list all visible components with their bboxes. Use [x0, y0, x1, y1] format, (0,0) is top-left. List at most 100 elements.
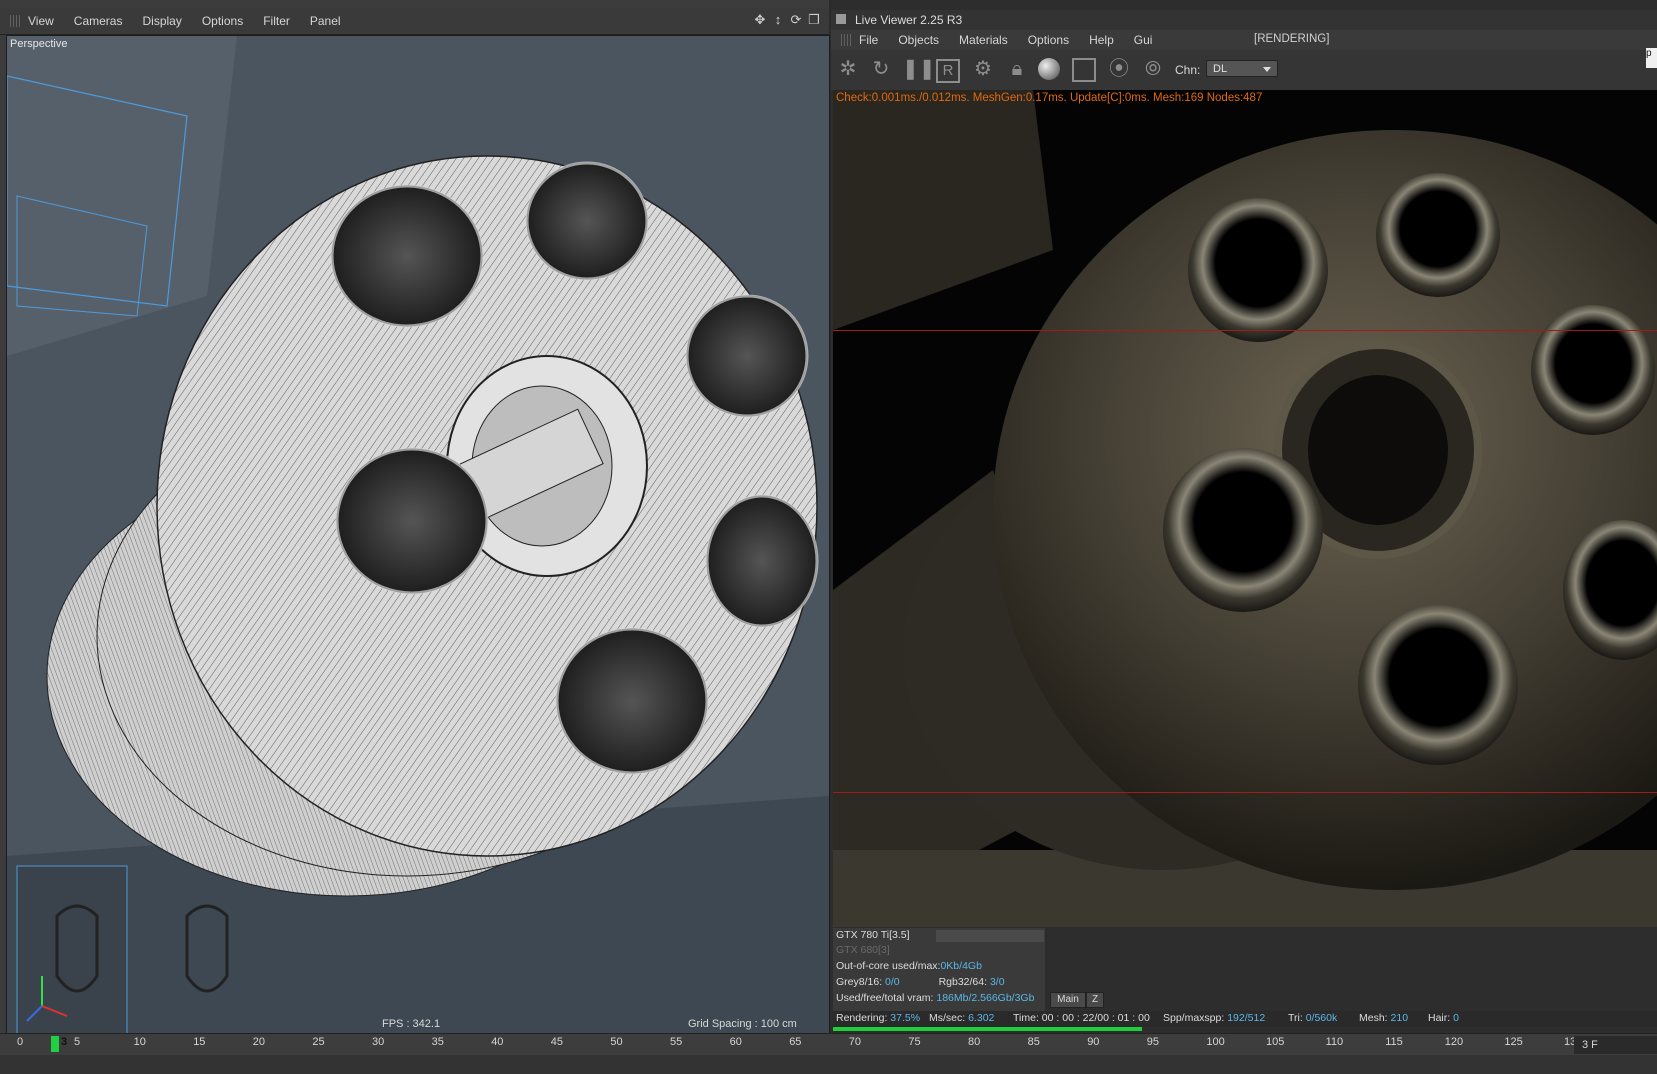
tri-value: 0/560k: [1305, 1012, 1338, 1024]
lock-icon[interactable]: 🔒︎: [1004, 56, 1030, 82]
z-button[interactable]: Z: [1086, 992, 1104, 1008]
triangles-text: Tri: 0/560k: [1288, 1012, 1337, 1024]
vram-row: Used/free/total vram: 186Mb/2.566Gb/3Gb: [836, 992, 1034, 1004]
render-output[interactable]: [833, 90, 1657, 927]
rendering-label: Rendering:: [836, 1012, 888, 1024]
timeline-tick: 65: [789, 1036, 802, 1048]
grey-label: Grey8/16:: [836, 976, 883, 988]
vram-value: 186Mb/2.566Gb/3Gb: [936, 992, 1035, 1004]
timeline-tick: 0: [17, 1036, 24, 1048]
timeline-tick: 15: [193, 1036, 206, 1048]
lv-menu-materials[interactable]: Materials: [959, 33, 1008, 47]
ms-per-sec-text: Ms/sec: 6.302: [929, 1012, 994, 1024]
menu-display[interactable]: Display: [142, 14, 181, 28]
pause-icon[interactable]: ❚❚: [902, 56, 936, 82]
viewport-menubar: View Cameras Display Options Filter Pane…: [0, 8, 829, 35]
frame-field[interactable]: 3 F: [1574, 1036, 1657, 1054]
gpu-usage-bars: [936, 930, 1044, 942]
timeline-tick: 55: [670, 1036, 683, 1048]
frame-icon[interactable]: [1072, 58, 1096, 82]
render-progress-bar: [833, 1027, 1142, 1031]
perspective-viewport[interactable]: [6, 35, 830, 1037]
timeline-tick: 75: [908, 1036, 921, 1048]
menu-panel[interactable]: Panel: [310, 14, 341, 28]
mssec-value: 6.302: [968, 1012, 995, 1024]
out-of-core-value: 0Kb/4Gb: [940, 960, 982, 972]
rgb-label: Rgb32/64:: [938, 976, 988, 988]
out-of-core-row: Out-of-core used/max:0Kb/4Gb: [836, 960, 982, 972]
menu-options[interactable]: Options: [202, 14, 243, 28]
time-value: 00 : 00 : 22/00 : 01 : 00: [1041, 1012, 1150, 1024]
send-scene-icon[interactable]: ✲: [835, 56, 861, 82]
timeline-tick: 110: [1325, 1036, 1344, 1048]
timeline-ruler[interactable]: [0, 1033, 1657, 1056]
out-of-core-label: Out-of-core used/max:: [836, 960, 941, 972]
mesh-label: Mesh:: [1359, 1012, 1388, 1024]
time-label: Time:: [1013, 1012, 1039, 1024]
focus-picker-icon[interactable]: ⦿: [1106, 56, 1132, 82]
vram-label: Used/free/total vram:: [836, 992, 934, 1004]
timeline-tick: 85: [1027, 1036, 1040, 1048]
lv-menu-help[interactable]: Help: [1089, 33, 1114, 47]
rendering-progress-text: Rendering: 37.5%: [836, 1012, 920, 1024]
lv-menu-options[interactable]: Options: [1028, 33, 1069, 47]
material-ball-icon[interactable]: [1038, 58, 1060, 80]
texture-count-row: Grey8/16: 0/0 Rgb32/64: 3/0: [836, 976, 1005, 988]
settings-icon[interactable]: ⚙: [970, 56, 996, 82]
timeline-tick: 115: [1385, 1036, 1403, 1048]
lv-menu-file[interactable]: File: [859, 33, 878, 47]
restart-icon[interactable]: ↻: [868, 56, 894, 82]
timeline-tick: 25: [312, 1036, 325, 1048]
lv-menu-gui[interactable]: Gui: [1134, 33, 1153, 47]
timeline-playhead[interactable]: [51, 1036, 59, 1052]
live-viewer-title: Live Viewer 2.25 R3: [855, 13, 963, 27]
guide-line-bottom: [833, 792, 1657, 793]
maximize-icon[interactable]: ❐: [807, 13, 821, 27]
timeline-tick: 50: [610, 1036, 623, 1048]
zoom-icon[interactable]: ↕: [771, 13, 785, 27]
rendering-value: 37.5%: [890, 1012, 921, 1024]
timeline-tick: 80: [968, 1036, 981, 1048]
region-icon[interactable]: R: [936, 59, 960, 83]
menu-cameras[interactable]: Cameras: [74, 14, 123, 28]
grid-spacing-readout: Grid Spacing : 100 cm: [688, 1018, 797, 1030]
side-tab[interactable]: p: [1646, 48, 1657, 68]
timeline-tick: 105: [1266, 1036, 1285, 1048]
rgb-value: 3/0: [989, 976, 1005, 988]
guide-line-top: [833, 330, 1657, 331]
chevron-down-icon: [1263, 67, 1271, 72]
menu-view[interactable]: View: [28, 14, 54, 28]
panel-grip-icon[interactable]: [10, 15, 20, 27]
move-icon[interactable]: ✥: [753, 13, 767, 27]
timeline-tick: 60: [729, 1036, 742, 1048]
main-button[interactable]: Main: [1050, 992, 1086, 1008]
timeline-tick: 125: [1504, 1036, 1523, 1048]
menu-filter[interactable]: Filter: [263, 14, 290, 28]
timeline-tick: 5: [74, 1036, 81, 1048]
mesh-count-text: Mesh: 210: [1359, 1012, 1408, 1024]
timeline-tick: 30: [372, 1036, 385, 1048]
material-picker-icon[interactable]: ⦾: [1140, 56, 1166, 82]
rotate-icon[interactable]: ⟳: [789, 13, 803, 27]
panel-grip-icon[interactable]: [841, 34, 851, 46]
current-frame-label: 3: [61, 1036, 68, 1048]
hair-count-text: Hair: 0: [1428, 1012, 1459, 1024]
render-time-text: Time: 00 : 00 : 22/00 : 01 : 00: [1013, 1012, 1150, 1024]
timeline-tick: 100: [1206, 1036, 1225, 1048]
timeline-tick: 95: [1146, 1036, 1160, 1048]
channel-select[interactable]: DL: [1206, 60, 1278, 77]
rendered-engine-image: [833, 90, 1657, 927]
window-close-icon[interactable]: [836, 14, 846, 24]
timeline-tick: 45: [550, 1036, 564, 1048]
gpu-secondary: GTX 680[3]: [836, 944, 890, 956]
grey-value: 0/0: [885, 976, 900, 988]
view-name-label: Perspective: [10, 38, 68, 50]
transport-strip: [0, 1055, 1657, 1074]
spp-label: Spp/maxspp:: [1163, 1012, 1225, 1024]
mssec-label: Ms/sec:: [929, 1012, 966, 1024]
samples-text: Spp/maxspp: 192/512: [1163, 1012, 1265, 1024]
timeline-tick: 70: [848, 1036, 862, 1048]
fps-readout: FPS : 342.1: [382, 1018, 441, 1030]
hair-value: 0: [1453, 1012, 1459, 1024]
lv-menu-objects[interactable]: Objects: [898, 33, 939, 47]
